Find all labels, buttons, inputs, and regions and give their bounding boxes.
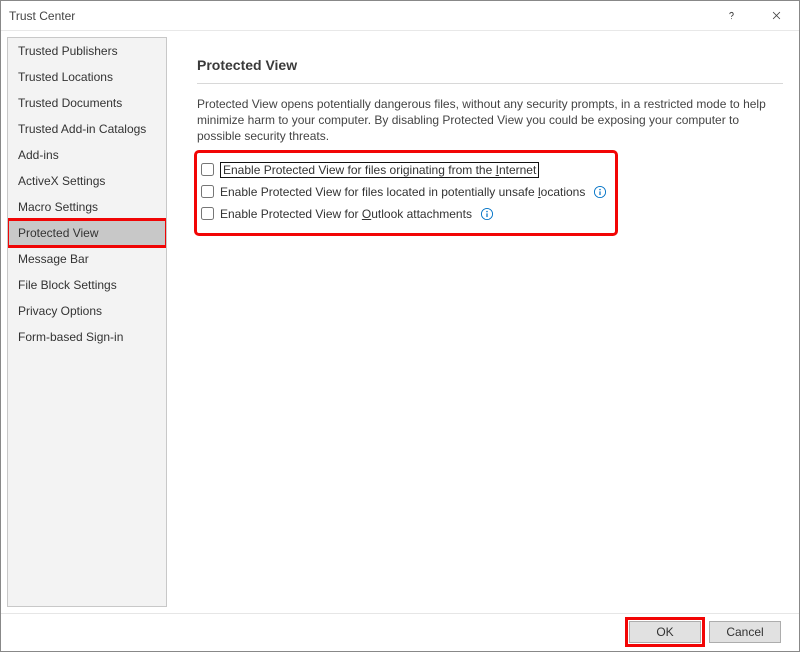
sidebar-item-trusted-addin-catalogs[interactable]: Trusted Add-in Catalogs [8,116,166,142]
sidebar-item-protected-view[interactable]: Protected View [8,220,166,246]
checkbox-outlook-attachments[interactable] [201,207,214,220]
content-panel: Protected View Protected View opens pote… [167,37,793,607]
titlebar: Trust Center [1,1,799,31]
sidebar-item-file-block-settings[interactable]: File Block Settings [8,272,166,298]
sidebar-item-trusted-documents[interactable]: Trusted Documents [8,90,166,116]
section-divider [197,83,783,84]
info-icon[interactable] [593,185,607,199]
window-title: Trust Center [9,9,709,23]
info-icon[interactable] [480,207,494,221]
sidebar: Trusted Publishers Trusted Locations Tru… [7,37,167,607]
section-description: Protected View opens potentially dangero… [197,96,777,145]
sidebar-item-trusted-locations[interactable]: Trusted Locations [8,64,166,90]
sidebar-item-add-ins[interactable]: Add-ins [8,142,166,168]
help-button[interactable] [709,1,754,31]
checkbox-row-outlook-attachments[interactable]: Enable Protected View for Outlook attach… [201,203,607,225]
checkbox-label-unsafe-locations: Enable Protected View for files located … [220,185,585,199]
close-button[interactable] [754,1,799,31]
ok-button[interactable]: OK [629,621,701,643]
checkbox-unsafe-locations[interactable] [201,185,214,198]
section-title: Protected View [197,57,783,73]
checkbox-row-internet[interactable]: Enable Protected View for files originat… [201,159,607,181]
dialog-footer: OK Cancel [1,613,799,649]
sidebar-item-privacy-options[interactable]: Privacy Options [8,298,166,324]
help-icon [726,10,737,21]
sidebar-item-form-based-sign-in[interactable]: Form-based Sign-in [8,324,166,350]
checkbox-group: Enable Protected View for files originat… [197,153,615,233]
sidebar-item-macro-settings[interactable]: Macro Settings [8,194,166,220]
sidebar-item-activex-settings[interactable]: ActiveX Settings [8,168,166,194]
checkbox-label-outlook-attachments: Enable Protected View for Outlook attach… [220,207,472,221]
close-icon [771,10,782,21]
sidebar-item-message-bar[interactable]: Message Bar [8,246,166,272]
checkbox-row-unsafe-locations[interactable]: Enable Protected View for files located … [201,181,607,203]
checkbox-label-internet: Enable Protected View for files originat… [220,162,539,178]
sidebar-item-trusted-publishers[interactable]: Trusted Publishers [8,38,166,64]
cancel-button[interactable]: Cancel [709,621,781,643]
checkbox-internet[interactable] [201,163,214,176]
dialog-body: Trusted Publishers Trusted Locations Tru… [1,31,799,613]
